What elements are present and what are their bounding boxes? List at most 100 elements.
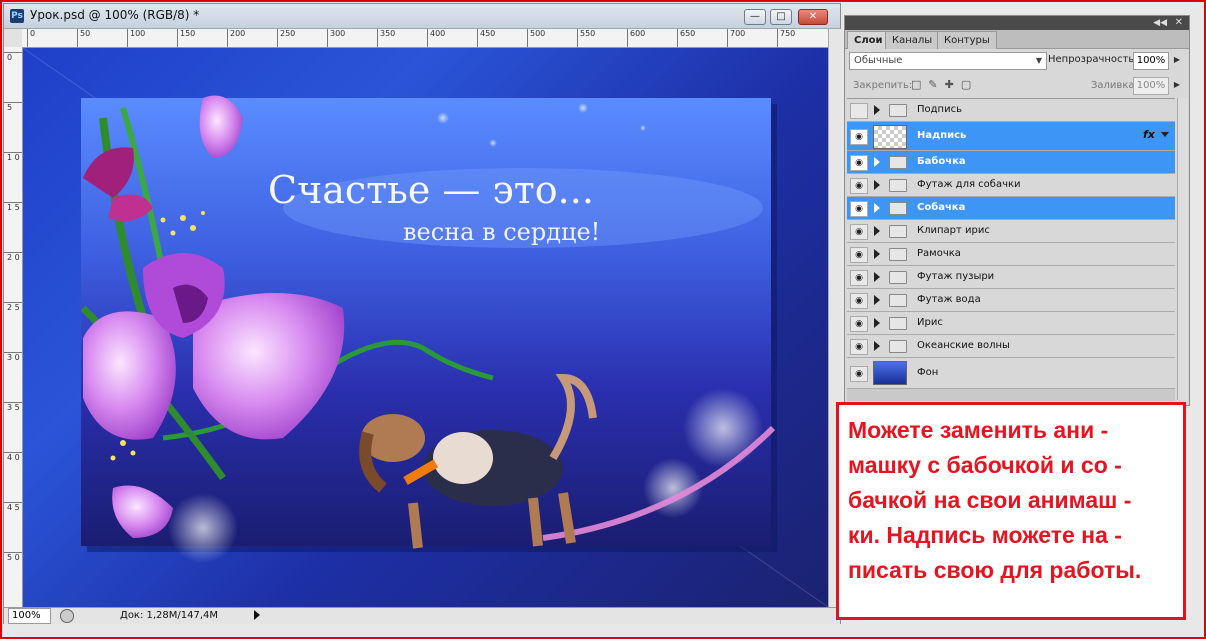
canvas-subheading: весна в сердце!	[403, 218, 600, 246]
layer-thumbnail	[873, 125, 907, 149]
document-title: Урок.psd @ 100% (RGB/8) *	[30, 8, 200, 22]
panel-titlebar[interactable]: ◀◀ ✕	[845, 16, 1189, 30]
ruler-tick-label: 2 0	[4, 252, 22, 262]
layer-row[interactable]: ◉ Футаж для собачки	[847, 174, 1175, 197]
zoom-field[interactable]: 100%	[8, 608, 51, 624]
ruler-tick-label: 450	[477, 29, 495, 47]
expand-group-icon[interactable]	[874, 180, 880, 190]
layers-list: Подпись ◉ Надпись fx ◉ Бабочка ◉ Футаж д…	[847, 98, 1175, 401]
ruler-tick-label: 550	[577, 29, 595, 47]
collapse-panel-icon[interactable]: ◀◀	[1153, 16, 1167, 30]
eye-icon[interactable]: ◉	[850, 224, 868, 240]
layer-row[interactable]: ◉ Океанские волны	[847, 335, 1175, 358]
layer-row[interactable]: ◉ Бабочка	[847, 151, 1175, 174]
layers-scrollbar[interactable]	[1177, 98, 1188, 400]
expand-group-icon[interactable]	[874, 341, 880, 351]
eye-icon[interactable]: ◉	[850, 178, 868, 194]
fill-input[interactable]: 100%	[1133, 77, 1169, 95]
ruler-tick-label: 50	[77, 29, 90, 47]
layer-name: Фон	[917, 367, 939, 378]
effects-expand-icon[interactable]	[1161, 132, 1169, 137]
folder-icon	[889, 179, 907, 192]
tab-channels[interactable]: Каналы	[885, 31, 940, 49]
close-button[interactable]: ✕	[798, 9, 828, 25]
eye-icon[interactable]: ◉	[850, 155, 868, 171]
opacity-slider-arrow-icon[interactable]: ▶	[1171, 53, 1183, 67]
opacity-label: Непрозрачность:	[1048, 54, 1138, 65]
document-titlebar[interactable]: Ps Урок.psd @ 100% (RGB/8) * — □ ✕	[4, 4, 840, 29]
folder-icon	[889, 271, 907, 284]
ruler-tick-label: 700	[727, 29, 745, 47]
layer-name: Футаж пузыри	[917, 271, 995, 282]
layer-row[interactable]: ◉ Ирис	[847, 312, 1175, 335]
tab-layers[interactable]: Слои	[847, 31, 890, 49]
layer-thumbnail	[873, 361, 907, 385]
note-line: Можете заменить ани -	[848, 417, 1109, 443]
lock-label: Закрепить:	[853, 80, 913, 91]
folder-icon	[889, 248, 907, 261]
opacity-input[interactable]: 100%	[1133, 52, 1169, 70]
fill-slider-arrow-icon[interactable]: ▶	[1171, 78, 1183, 92]
panel-tabs: Слои Каналы Контуры	[845, 30, 1189, 49]
expand-group-icon[interactable]	[874, 295, 880, 305]
eye-icon[interactable]: ◉	[850, 129, 868, 145]
visibility-toggle[interactable]	[850, 103, 868, 119]
layer-row[interactable]: ◉ Рамочка	[847, 243, 1175, 266]
tab-paths[interactable]: Контуры	[937, 31, 997, 49]
ruler-tick-label: 500	[527, 29, 545, 47]
layer-name: Собачка	[917, 202, 966, 213]
maximize-button[interactable]: □	[770, 9, 792, 25]
layer-row[interactable]: ◉ Собачка	[847, 197, 1175, 220]
note-line: машку с бабочкой и со -	[848, 452, 1122, 478]
blend-mode-select[interactable]: Обычные ▼	[849, 52, 1047, 70]
status-bar: 100% Док: 1,28M/147,4M	[4, 607, 840, 624]
lock-options[interactable]: □✎✚▢	[911, 78, 978, 91]
expand-group-icon[interactable]	[874, 157, 880, 167]
folder-icon	[889, 202, 907, 215]
expand-group-icon[interactable]	[874, 226, 880, 236]
layer-row[interactable]: ◉ Надпись fx	[847, 122, 1175, 151]
vertical-ruler[interactable]: 0 5 1 0 1 5 2 0 2 5 3 0 3 5 4 0 4 5 5 0	[4, 47, 23, 607]
ruler-tick-label: 150	[177, 29, 195, 47]
expand-group-icon[interactable]	[874, 203, 880, 213]
layer-row[interactable]: ◉ Футаж пузыри	[847, 266, 1175, 289]
chevron-down-icon: ▼	[1035, 56, 1042, 65]
eye-icon[interactable]: ◉	[850, 247, 868, 263]
minimize-button[interactable]: —	[744, 9, 766, 25]
expand-group-icon[interactable]	[874, 249, 880, 259]
expand-group-icon[interactable]	[874, 105, 880, 115]
ruler-tick-label: 0	[27, 29, 35, 47]
note-line: ки. Надпись можете на -	[848, 522, 1122, 548]
blend-mode-value: Обычные	[854, 55, 903, 66]
layer-row[interactable]: ◉ Клипарт ирис	[847, 220, 1175, 243]
ruler-origin[interactable]	[4, 29, 23, 48]
expand-group-icon[interactable]	[874, 318, 880, 328]
eye-icon[interactable]: ◉	[850, 316, 868, 332]
note-line: бачкой на свои анимаш -	[848, 487, 1132, 513]
ruler-tick-label: 0	[4, 52, 22, 62]
image-canvas[interactable]: Счастье — это... весна в сердце!	[23, 48, 828, 607]
horizontal-ruler[interactable]: 0 50 100 150 200 250 300 350 400 450 500 550 600 650 7…	[22, 29, 828, 48]
eye-icon[interactable]: ◉	[850, 293, 868, 309]
status-menu-arrow-icon[interactable]	[254, 610, 260, 620]
fill-label: Заливка:	[1091, 80, 1138, 91]
layer-name: Бабочка	[917, 156, 966, 167]
fx-icon[interactable]: fx	[1143, 122, 1155, 148]
eye-icon[interactable]: ◉	[850, 270, 868, 286]
ruler-tick-label: 3 5	[4, 402, 22, 412]
close-panel-icon[interactable]: ✕	[1175, 16, 1183, 30]
layer-row[interactable]: ◉ Футаж вода	[847, 289, 1175, 312]
expand-group-icon[interactable]	[874, 272, 880, 282]
note-line: писать свою для работы.	[848, 557, 1142, 583]
zoom-preset-icon[interactable]	[60, 609, 74, 623]
eye-icon[interactable]: ◉	[850, 201, 868, 217]
eye-icon[interactable]: ◉	[850, 339, 868, 355]
layer-row[interactable]: Подпись	[847, 99, 1175, 122]
ruler-tick-label: 300	[327, 29, 345, 47]
folder-icon	[889, 156, 907, 169]
ruler-tick-label: 600	[627, 29, 645, 47]
layer-row[interactable]: ◉ Фон	[847, 358, 1175, 389]
layer-name: Клипарт ирис	[917, 225, 990, 236]
layers-panel: ◀◀ ✕ Слои Каналы Контуры Обычные ▼ Непро…	[844, 15, 1190, 406]
eye-icon[interactable]: ◉	[850, 366, 868, 382]
